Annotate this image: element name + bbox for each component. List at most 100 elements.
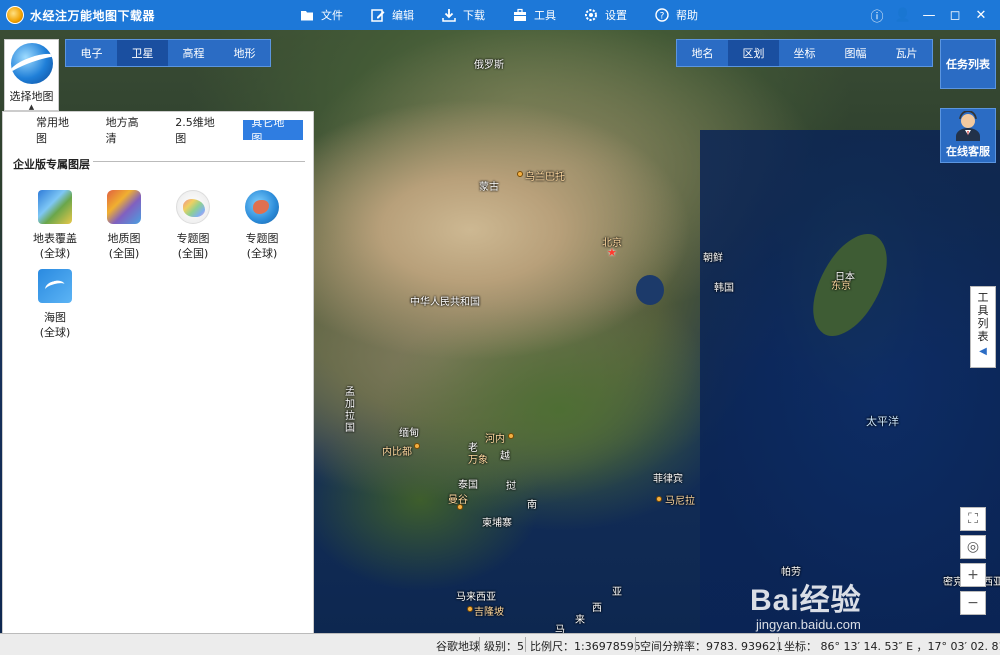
panel-tab[interactable]: 地方高清 xyxy=(98,116,158,145)
map-label-north-korea: 朝鲜 xyxy=(703,253,723,264)
close-icon[interactable]: ✕ xyxy=(968,8,994,23)
layer-geology[interactable]: 地质图 (全国) xyxy=(94,190,154,261)
status-separator xyxy=(525,637,526,652)
panel-tab[interactable]: 常用地图 xyxy=(28,116,88,145)
service-agent-icon xyxy=(956,111,980,141)
app-logo-icon xyxy=(6,6,24,24)
section-divider xyxy=(93,161,305,162)
help-icon: ? xyxy=(655,8,669,22)
baidu-watermark: Bai经验 jingyan.baidu.com xyxy=(750,575,862,632)
tools-list-tab[interactable]: 工具列表 ◀ xyxy=(970,286,996,368)
map-type-tab[interactable]: 高程 xyxy=(168,40,219,66)
map-source-panel: 常用地图 地方高清 2.5维地图 其它地图 企业版专属图层 地表覆盖 (全球) … xyxy=(2,111,314,649)
info-icon[interactable]: ⓘ xyxy=(864,6,890,25)
overlay-tab[interactable]: 瓦片 xyxy=(881,40,932,66)
status-separator xyxy=(778,637,779,652)
menu-download[interactable]: 下载 xyxy=(442,0,485,30)
layer-name: 地表覆盖 xyxy=(33,232,77,245)
chevron-left-icon: ◀ xyxy=(979,346,987,357)
layer-thematic-global[interactable]: 专题图 (全球) xyxy=(232,190,292,261)
status-scale: 比例尺：1:36978595 xyxy=(530,640,641,653)
city-dot xyxy=(656,496,662,502)
layer-scope: (全球) xyxy=(39,326,71,339)
overlay-tab[interactable]: 坐标 xyxy=(779,40,830,66)
panel-tab-active[interactable]: 其它地图 xyxy=(243,116,303,145)
map-label-indonesia-4: 马 xyxy=(555,625,565,633)
status-separator xyxy=(635,637,636,652)
select-map-button[interactable]: 选择地图 ▲ xyxy=(4,39,59,111)
select-map-label: 选择地图 xyxy=(9,90,54,103)
locate-icon[interactable]: ◎ xyxy=(960,535,986,559)
map-label-china: 中华人民共和国 xyxy=(410,297,480,308)
menu-label: 设置 xyxy=(605,9,627,22)
layer-name: 专题图 xyxy=(176,232,210,245)
layer-scope: (全国) xyxy=(177,247,209,260)
menu-help[interactable]: ? 帮助 xyxy=(655,0,698,30)
layer-name: 海图 xyxy=(44,311,66,324)
watermark-brand: Bai经验 xyxy=(750,584,862,617)
map-type-tab[interactable]: 地形 xyxy=(219,40,270,66)
map-type-tab-active[interactable]: 卫星 xyxy=(117,40,168,66)
main-menu: 文件 编辑 下载 工具 设置 ? 帮助 xyxy=(300,0,726,30)
bohai-sea xyxy=(636,275,664,305)
menu-tools[interactable]: 工具 xyxy=(513,0,556,30)
toolbox-icon xyxy=(514,8,526,21)
status-resolution: 空间分辨率：9783. 939621 xyxy=(640,640,783,653)
panel-tabs: 常用地图 地方高清 2.5维地图 其它地图 xyxy=(28,116,313,145)
window-controls: ⓘ 👤 — ◻ ✕ xyxy=(864,0,994,30)
geology-icon xyxy=(107,190,141,224)
map-label-hanoi: 河内 xyxy=(485,434,505,445)
map-label-indonesia-3: 来 xyxy=(575,615,585,626)
download-icon xyxy=(442,9,456,22)
nautical-chart-icon xyxy=(38,269,72,303)
status-coordinate: 坐标： 86° 13′ 14. 53″ E ，17° 03′ 02. 81″ N xyxy=(784,640,1000,653)
online-service-label: 在线客服 xyxy=(946,145,990,158)
map-type-bar: 电子 卫星 高程 地形 xyxy=(65,39,271,67)
map-label-ulaanbaatar: 乌兰巴托 xyxy=(525,172,565,183)
layer-thematic-china[interactable]: 专题图 (全国) xyxy=(163,190,223,261)
menu-settings[interactable]: 设置 xyxy=(584,0,627,30)
svg-text:?: ? xyxy=(660,12,665,22)
menu-label: 编辑 xyxy=(392,9,414,22)
overlay-tab-active[interactable]: 区划 xyxy=(728,40,779,66)
thematic-map-china-icon xyxy=(176,190,210,224)
zoom-in-icon[interactable]: + xyxy=(960,563,986,587)
globe-icon xyxy=(10,43,53,84)
task-list-button[interactable]: 任务列表 xyxy=(940,39,996,89)
user-icon[interactable]: 👤 xyxy=(890,8,916,23)
menu-file[interactable]: 文件 xyxy=(300,0,343,30)
city-dot xyxy=(457,504,463,510)
status-separator xyxy=(479,637,480,652)
overlay-tab[interactable]: 地名 xyxy=(677,40,728,66)
menu-label: 工具 xyxy=(534,9,556,22)
status-bar: 谷歌地球 级别：5 比例尺：1:36978595 空间分辨率：9783. 939… xyxy=(0,633,1000,655)
overlay-tab[interactable]: 图幅 xyxy=(830,40,881,66)
city-dot xyxy=(414,443,420,449)
map-label-thailand: 泰国 xyxy=(458,480,478,491)
map-type-tab[interactable]: 电子 xyxy=(66,40,117,66)
layer-landcover[interactable]: 地表覆盖 (全球) xyxy=(25,190,85,261)
zoom-out-icon[interactable]: − xyxy=(960,591,986,615)
capital-star-icon: ★ xyxy=(607,246,617,259)
map-label-tokyo: 东京 xyxy=(831,281,851,292)
menu-edit[interactable]: 编辑 xyxy=(371,0,414,30)
layer-nautical-chart[interactable]: 海图 (全球) xyxy=(25,269,85,340)
city-dot xyxy=(467,606,473,612)
minimize-icon[interactable]: — xyxy=(916,8,942,23)
maximize-icon[interactable]: ◻ xyxy=(942,8,968,23)
online-service-button[interactable]: 在线客服 xyxy=(940,108,996,163)
overlay-bar: 地名 区划 坐标 图幅 瓦片 xyxy=(676,39,933,67)
map-label-mongolia: 蒙古 xyxy=(479,182,499,193)
map-label-malaysia: 马来西亚 xyxy=(456,592,496,603)
map-label-indonesia-2: 亚 xyxy=(612,587,622,598)
folder-icon xyxy=(301,11,313,21)
fullscreen-icon[interactable]: ⛶ xyxy=(960,507,986,531)
layer-scope: (全球) xyxy=(39,247,71,260)
tools-list-label: 工具列表 xyxy=(977,291,989,343)
layer-name: 专题图 xyxy=(245,232,279,245)
panel-tab[interactable]: 2.5维地图 xyxy=(167,116,233,145)
map-label-vietnam-3: 南 xyxy=(527,500,537,511)
map-label-vientiane: 万象 xyxy=(468,455,488,466)
watermark-url: jingyan.baidu.com xyxy=(756,617,861,632)
map-label-russia: 俄罗斯 xyxy=(474,60,504,71)
